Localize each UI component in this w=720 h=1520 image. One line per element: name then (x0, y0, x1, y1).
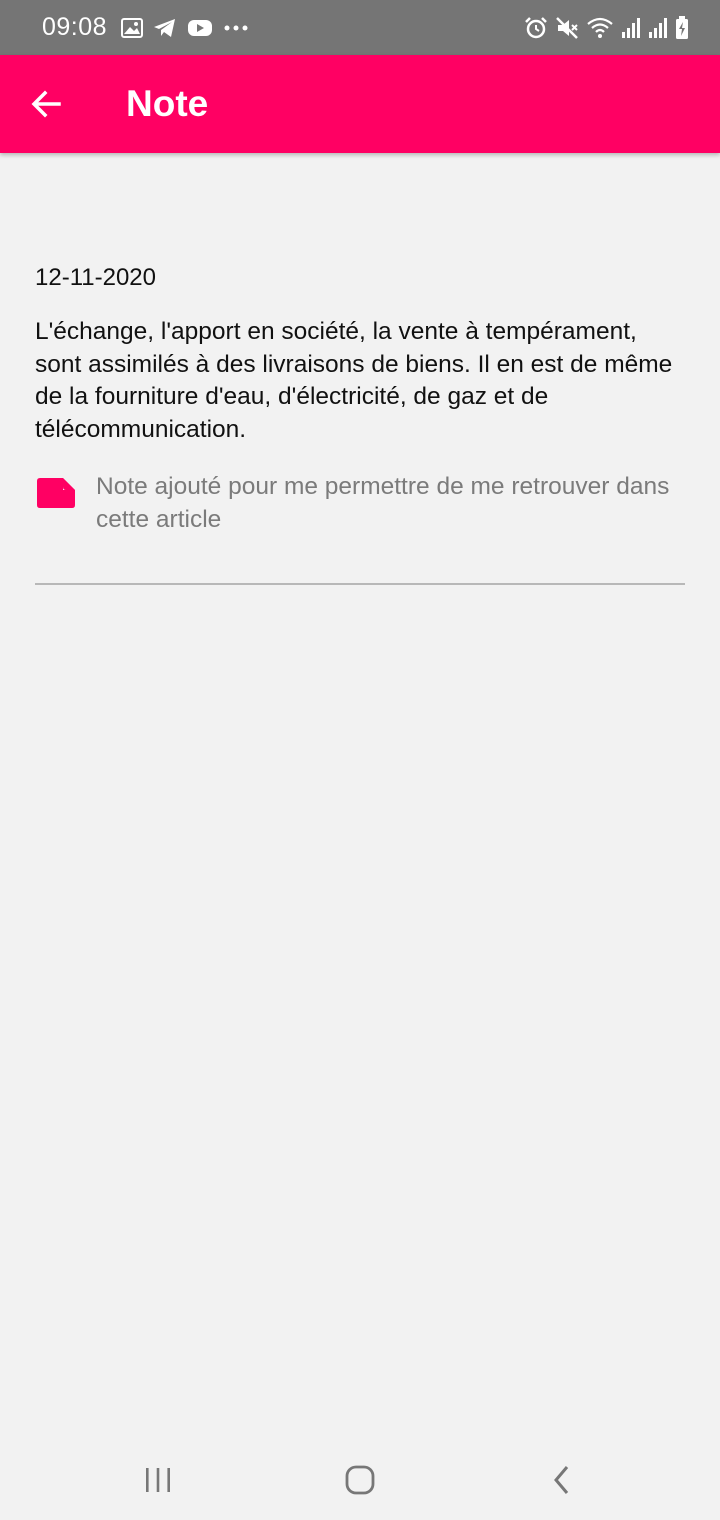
alarm-icon (524, 16, 548, 40)
app-bar: Note (0, 55, 720, 153)
signal-icon (621, 17, 641, 39)
home-icon (345, 1465, 375, 1495)
telegram-icon (153, 18, 177, 38)
youtube-icon (187, 18, 213, 38)
note-content: 12-11-2020 L'échange, l'apport en sociét… (35, 262, 687, 536)
wifi-icon (586, 17, 614, 39)
page-title: Note (126, 83, 209, 124)
back-icon (554, 1466, 569, 1494)
arrow-back-icon (31, 90, 61, 118)
signal-icon (648, 17, 668, 39)
navigation-bar (0, 1440, 720, 1520)
recents-button[interactable] (98, 1440, 218, 1520)
battery-charging-icon (675, 15, 689, 40)
home-button[interactable] (300, 1440, 420, 1520)
system-icons (524, 15, 689, 40)
mute-icon (555, 16, 579, 40)
recents-icon (146, 1468, 170, 1492)
back-button[interactable] (0, 55, 92, 153)
note-icon (37, 478, 75, 508)
note-comment-row: Note ajouté pour me permettre de me retr… (35, 471, 687, 536)
status-bar: 09:08 (0, 0, 720, 55)
notification-icons (121, 17, 249, 38)
system-back-button[interactable] (502, 1440, 622, 1520)
divider (35, 583, 685, 585)
note-date: 12-11-2020 (35, 264, 156, 291)
note-comment: Note ajouté pour me permettre de me retr… (96, 473, 670, 533)
image-icon (121, 17, 144, 38)
status-time: 09:08 (42, 13, 108, 41)
more-icon (223, 24, 249, 32)
note-text: L'échange, l'apport en société, la vente… (35, 318, 673, 443)
